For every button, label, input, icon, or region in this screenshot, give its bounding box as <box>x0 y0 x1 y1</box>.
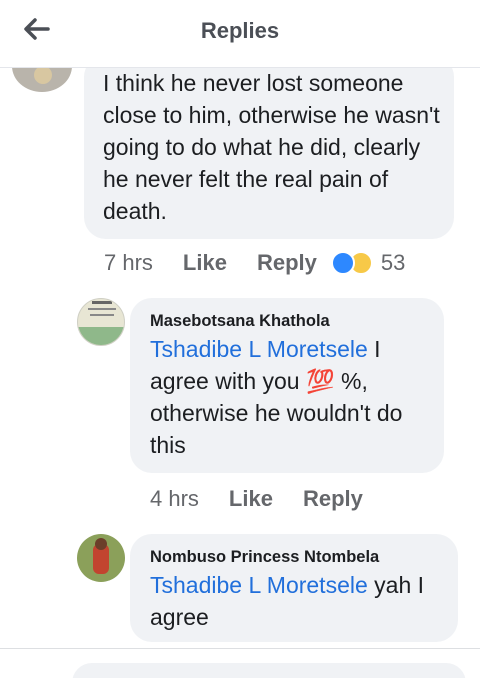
reply-button[interactable]: Reply <box>257 250 317 276</box>
reply-input[interactable] <box>72 663 466 678</box>
comment-bubble: I think he never lost someone close to h… <box>84 55 454 239</box>
comment-timestamp: 7 hrs <box>104 250 153 275</box>
comment-author[interactable]: Nombuso Princess Ntombela <box>150 548 450 567</box>
like-button[interactable]: Like <box>183 250 227 276</box>
reply-composer-bar <box>0 648 480 678</box>
comment-text: Tshadibe L Moretsele yah I agree <box>150 569 450 633</box>
mention-link[interactable]: Tshadibe L Moretsele <box>150 572 368 598</box>
like-button[interactable]: Like <box>229 486 273 512</box>
mention-link[interactable]: Tshadibe L Moretsele <box>150 336 368 362</box>
reply-button[interactable]: Reply <box>303 486 363 512</box>
comment-timestamp: 4 hrs <box>150 486 199 511</box>
page-title: Replies <box>200 18 280 43</box>
comment-author[interactable]: Masebotsana Khathola <box>150 312 440 331</box>
comment-actions: 7 hrs Like Reply 53 <box>104 250 405 276</box>
comment-bubble: Nombuso Princess Ntombela Tshadibe L Mor… <box>130 534 458 642</box>
reaction-count: 53 <box>380 250 406 275</box>
avatar[interactable] <box>77 298 125 346</box>
avatar[interactable] <box>77 534 125 582</box>
comment-bubble: Masebotsana Khathola Tshadibe L Moretsel… <box>130 298 444 473</box>
reactions-summary[interactable]: 53 <box>330 250 406 276</box>
like-icon <box>330 251 355 275</box>
comment-actions: 4 hrs Like Reply <box>150 486 393 512</box>
comment-text: I think he never lost someone close to h… <box>103 70 440 224</box>
header-bar: Replies <box>0 0 480 68</box>
comment-text: Tshadibe L Moretsele I agree with you 💯 … <box>150 333 440 461</box>
